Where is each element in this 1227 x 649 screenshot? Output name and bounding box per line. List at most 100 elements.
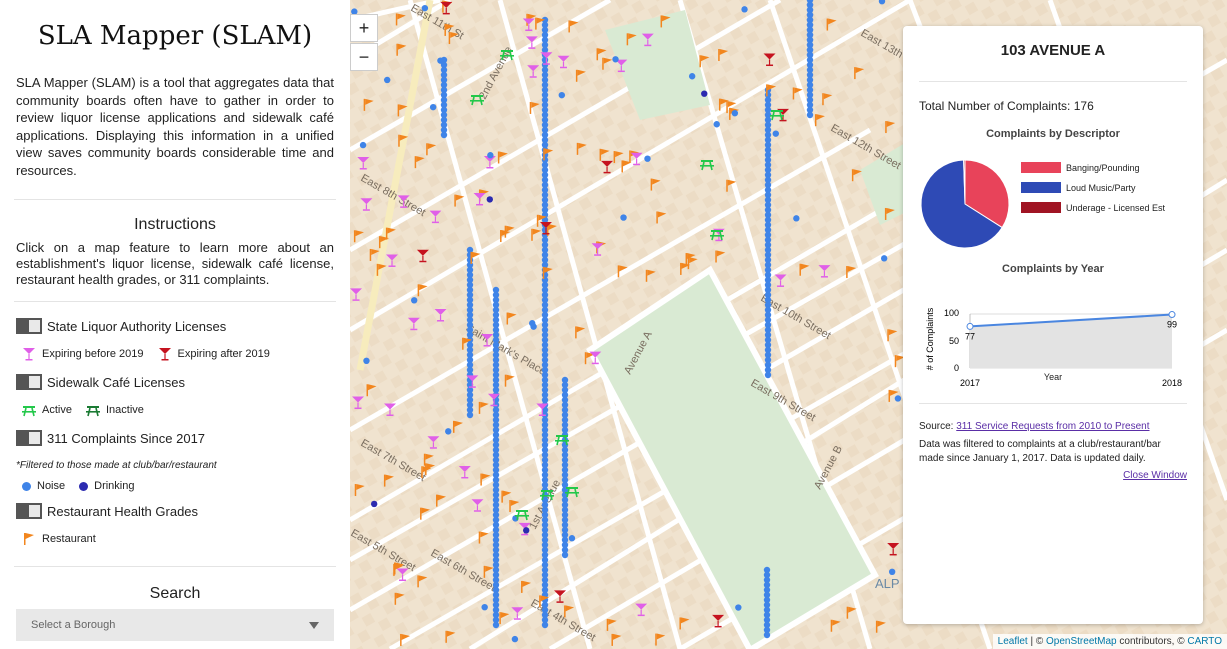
complaint-dot[interactable] <box>440 131 448 139</box>
legend-label: Drinking <box>94 480 135 492</box>
line-area <box>970 314 1172 368</box>
divider <box>919 81 1187 82</box>
layer-toggle[interactable] <box>16 503 42 519</box>
complaint-dot[interactable] <box>384 76 391 84</box>
complaint-dot[interactable] <box>558 91 566 99</box>
line-marks: 77 99 <box>965 311 1177 369</box>
legend-item: Inactive <box>85 403 144 417</box>
complaint-dot[interactable] <box>492 621 500 629</box>
complaint-dot[interactable] <box>763 631 771 639</box>
complaint-dot[interactable] <box>894 395 902 402</box>
data-note: Data was filtered to complaints at a clu… <box>919 439 1161 464</box>
complaint-dot[interactable] <box>437 57 444 64</box>
osm-link[interactable]: OpenStreetMap <box>1046 636 1117 647</box>
layer-toggle[interactable] <box>16 430 42 446</box>
data-point <box>966 322 974 330</box>
complaint-dot[interactable] <box>688 73 696 80</box>
divider <box>14 199 336 200</box>
layer-health-grades[interactable]: Restaurant Health Grades <box>16 503 198 519</box>
pie-chart-title: Complaints by Descriptor <box>986 128 1120 140</box>
complaint-dot[interactable] <box>511 635 519 643</box>
complaint-dot[interactable] <box>772 130 779 137</box>
complaint-dot[interactable] <box>713 121 720 128</box>
complaint-dot[interactable] <box>806 51 814 59</box>
attribution-contrib: contributors, © <box>1119 636 1185 647</box>
complaint-dot[interactable] <box>701 90 708 97</box>
complaint-dot[interactable] <box>523 527 530 534</box>
complaint-dot[interactable] <box>793 215 800 222</box>
complaint-dot[interactable] <box>764 371 772 379</box>
complaint-dot[interactable] <box>486 196 494 203</box>
complaint-dot[interactable] <box>612 56 619 63</box>
legend-item: Active <box>22 403 72 417</box>
complaint-dot[interactable] <box>481 603 488 611</box>
sidebar: SLA Mapper (SLAM) SLA Mapper (SLAM) is a… <box>0 0 350 649</box>
legend-item: Drinking <box>79 480 134 492</box>
complaint-dot[interactable] <box>620 214 627 221</box>
popup-title: 103 AVENUE A <box>1000 42 1106 59</box>
app-description: SLA Mapper (SLAM) is a tool that aggrega… <box>16 75 334 178</box>
source-link[interactable]: 311 Service Requests from 2010 to Presen… <box>956 421 1149 432</box>
legend-label: Restaurant <box>42 533 96 545</box>
complaint-dot[interactable] <box>806 111 814 119</box>
complaint-dot[interactable] <box>370 500 378 508</box>
pie-legend-item: Underage - Licensed Est <box>1021 202 1165 213</box>
complaint-dot[interactable] <box>541 621 549 629</box>
complaint-dot[interactable] <box>880 255 888 262</box>
picnic-table-icon <box>22 406 36 417</box>
cafe-legend: Active Inactive <box>22 403 158 417</box>
divider <box>14 301 336 302</box>
attribution-sep: | © <box>1030 636 1044 647</box>
complaint-dot[interactable] <box>363 357 370 365</box>
layer-label: Sidewalk Café Licenses <box>47 374 186 390</box>
borough-select[interactable]: Select a Borough <box>16 609 334 641</box>
drinking-dot-icon <box>79 481 89 491</box>
total-complaints: Total Number of Complaints: 176 <box>919 99 1094 113</box>
layer-sidewalk-cafe[interactable]: Sidewalk Café Licenses <box>16 374 185 390</box>
legend-label: Banging/Pounding <box>1066 162 1140 173</box>
legend-swatch <box>1021 182 1061 193</box>
complaint-dot[interactable] <box>741 6 748 13</box>
zoom-in-button[interactable]: + <box>350 14 378 42</box>
complaint-dot[interactable] <box>568 535 576 542</box>
divider <box>14 566 336 567</box>
chevron-down-icon <box>309 621 319 629</box>
divider <box>919 403 1187 404</box>
martini-icon <box>158 348 171 361</box>
picnic-table-icon <box>85 406 100 417</box>
layer-label: 311 Complaints Since 2017 <box>47 430 206 446</box>
descriptor-pie-chart <box>920 159 1010 249</box>
complaint-dot[interactable] <box>421 4 429 12</box>
close-window-link[interactable]: Close Window <box>1123 470 1187 481</box>
complaint-dot[interactable] <box>429 103 437 111</box>
complaint-dot[interactable] <box>888 568 896 576</box>
complaint-dot[interactable] <box>644 155 651 162</box>
complaint-dot[interactable] <box>359 141 367 149</box>
complaint-dot[interactable] <box>530 323 537 330</box>
layer-sla-licenses[interactable]: State Liquor Authority Licenses <box>16 318 226 334</box>
legend-label: Noise <box>37 480 66 492</box>
leaflet-link[interactable]: Leaflet <box>998 636 1028 647</box>
instructions-heading: Instructions <box>134 216 216 233</box>
instructions-text: Click on a map feature to learn more abo… <box>16 240 334 287</box>
complaint-dot[interactable] <box>561 551 569 559</box>
layer-toggle[interactable] <box>16 318 42 334</box>
complaint-dot[interactable] <box>735 604 742 611</box>
source-line: Source: 311 Service Requests from 2010 t… <box>919 421 1150 432</box>
app-title: SLA Mapper (SLAM) <box>37 21 313 51</box>
complaints-legend: Noise Drinking <box>22 480 148 492</box>
legend-item: Expiring before 2019 <box>22 347 144 361</box>
layer-toggle[interactable] <box>16 374 42 390</box>
complaint-dot[interactable] <box>487 152 494 159</box>
complaint-dot[interactable] <box>731 109 739 117</box>
source-prefix: Source: <box>919 421 954 432</box>
complaint-dot[interactable] <box>445 428 452 435</box>
zoom-out-button[interactable]: − <box>350 43 378 71</box>
complaint-dot[interactable] <box>466 411 474 419</box>
carto-link[interactable]: CARTO <box>1187 636 1222 647</box>
data-label: 99 <box>1167 320 1177 330</box>
search-heading: Search <box>149 585 201 602</box>
y-tick: 50 <box>949 336 959 346</box>
complaint-dot[interactable] <box>410 297 418 304</box>
layer-311-complaints[interactable]: 311 Complaints Since 2017 <box>16 430 205 446</box>
